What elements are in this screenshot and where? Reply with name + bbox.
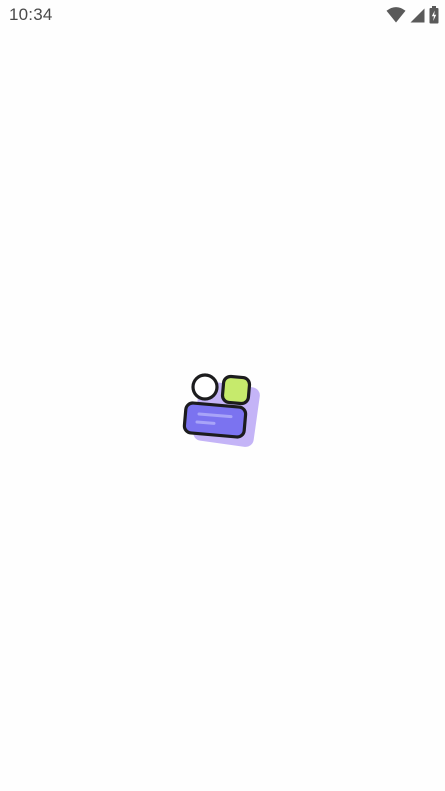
battery-charging-icon [429, 6, 439, 24]
status-bar: 10:34 [0, 0, 445, 30]
status-time: 10:34 [9, 5, 53, 24]
wifi-icon [386, 7, 406, 23]
cellular-signal-icon [410, 8, 425, 23]
status-icons [386, 5, 439, 25]
app-logo [181, 371, 263, 449]
